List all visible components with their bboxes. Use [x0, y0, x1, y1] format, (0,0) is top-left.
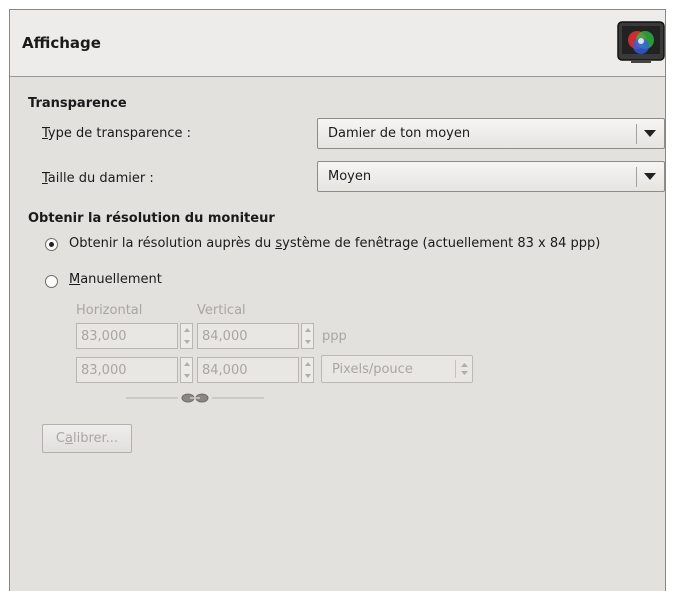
combo-separator — [636, 167, 637, 187]
resolution-unit-value: Pixels/pouce — [332, 362, 413, 377]
radio-system-resolution-label[interactable]: Obtenir la résolution auprès du système … — [69, 236, 600, 251]
combo-separator — [636, 124, 637, 144]
checker-size-value: Moyen — [328, 169, 372, 184]
horizontal-ppp-input[interactable]: 83,000 — [76, 323, 178, 349]
monitor-color-icon — [617, 21, 665, 63]
horizontal-column-label: Horizontal — [76, 303, 143, 318]
panel-header: Affichage — [10, 10, 665, 77]
vertical-column-label: Vertical — [197, 303, 246, 318]
vertical-ppp-input[interactable]: 84,000 — [197, 323, 299, 349]
checker-size-label: Taille du damier : — [42, 171, 154, 186]
vertical-pixels-input[interactable]: 84,000 — [197, 357, 299, 383]
resolution-unit-select[interactable]: Pixels/pouce — [321, 355, 473, 383]
page-title: Affichage — [22, 34, 101, 52]
calibrate-button[interactable]: Calibrer... — [42, 424, 132, 453]
radio-system-resolution[interactable] — [45, 238, 58, 251]
preferences-display-panel: Affichage Transparence Type de transpare… — [9, 9, 666, 591]
resolution-section-title: Obtenir la résolution du moniteur — [28, 211, 275, 226]
chevron-down-icon — [644, 130, 656, 137]
spin-arrows-icon[interactable] — [301, 323, 314, 349]
checker-size-select[interactable]: Moyen — [317, 161, 665, 192]
combo-separator — [455, 360, 456, 378]
spin-arrows-icon[interactable] — [180, 323, 193, 349]
transparency-type-value: Damier de ton moyen — [328, 126, 471, 141]
radio-manual-resolution[interactable] — [45, 275, 58, 288]
spin-arrows-icon — [461, 363, 468, 375]
spin-arrows-icon[interactable] — [180, 357, 193, 383]
ppp-unit-label: ppp — [322, 329, 347, 344]
transparency-type-select[interactable]: Damier de ton moyen — [317, 118, 665, 149]
chevron-down-icon — [644, 173, 656, 180]
horizontal-pixels-input[interactable]: 83,000 — [76, 357, 178, 383]
transparency-section-title: Transparence — [28, 96, 127, 111]
chain-link-icon[interactable] — [124, 390, 266, 406]
spin-arrows-icon[interactable] — [301, 357, 314, 383]
radio-manual-resolution-label[interactable]: Manuellement — [69, 272, 162, 287]
transparency-type-label: Type de transparence : — [42, 126, 191, 141]
